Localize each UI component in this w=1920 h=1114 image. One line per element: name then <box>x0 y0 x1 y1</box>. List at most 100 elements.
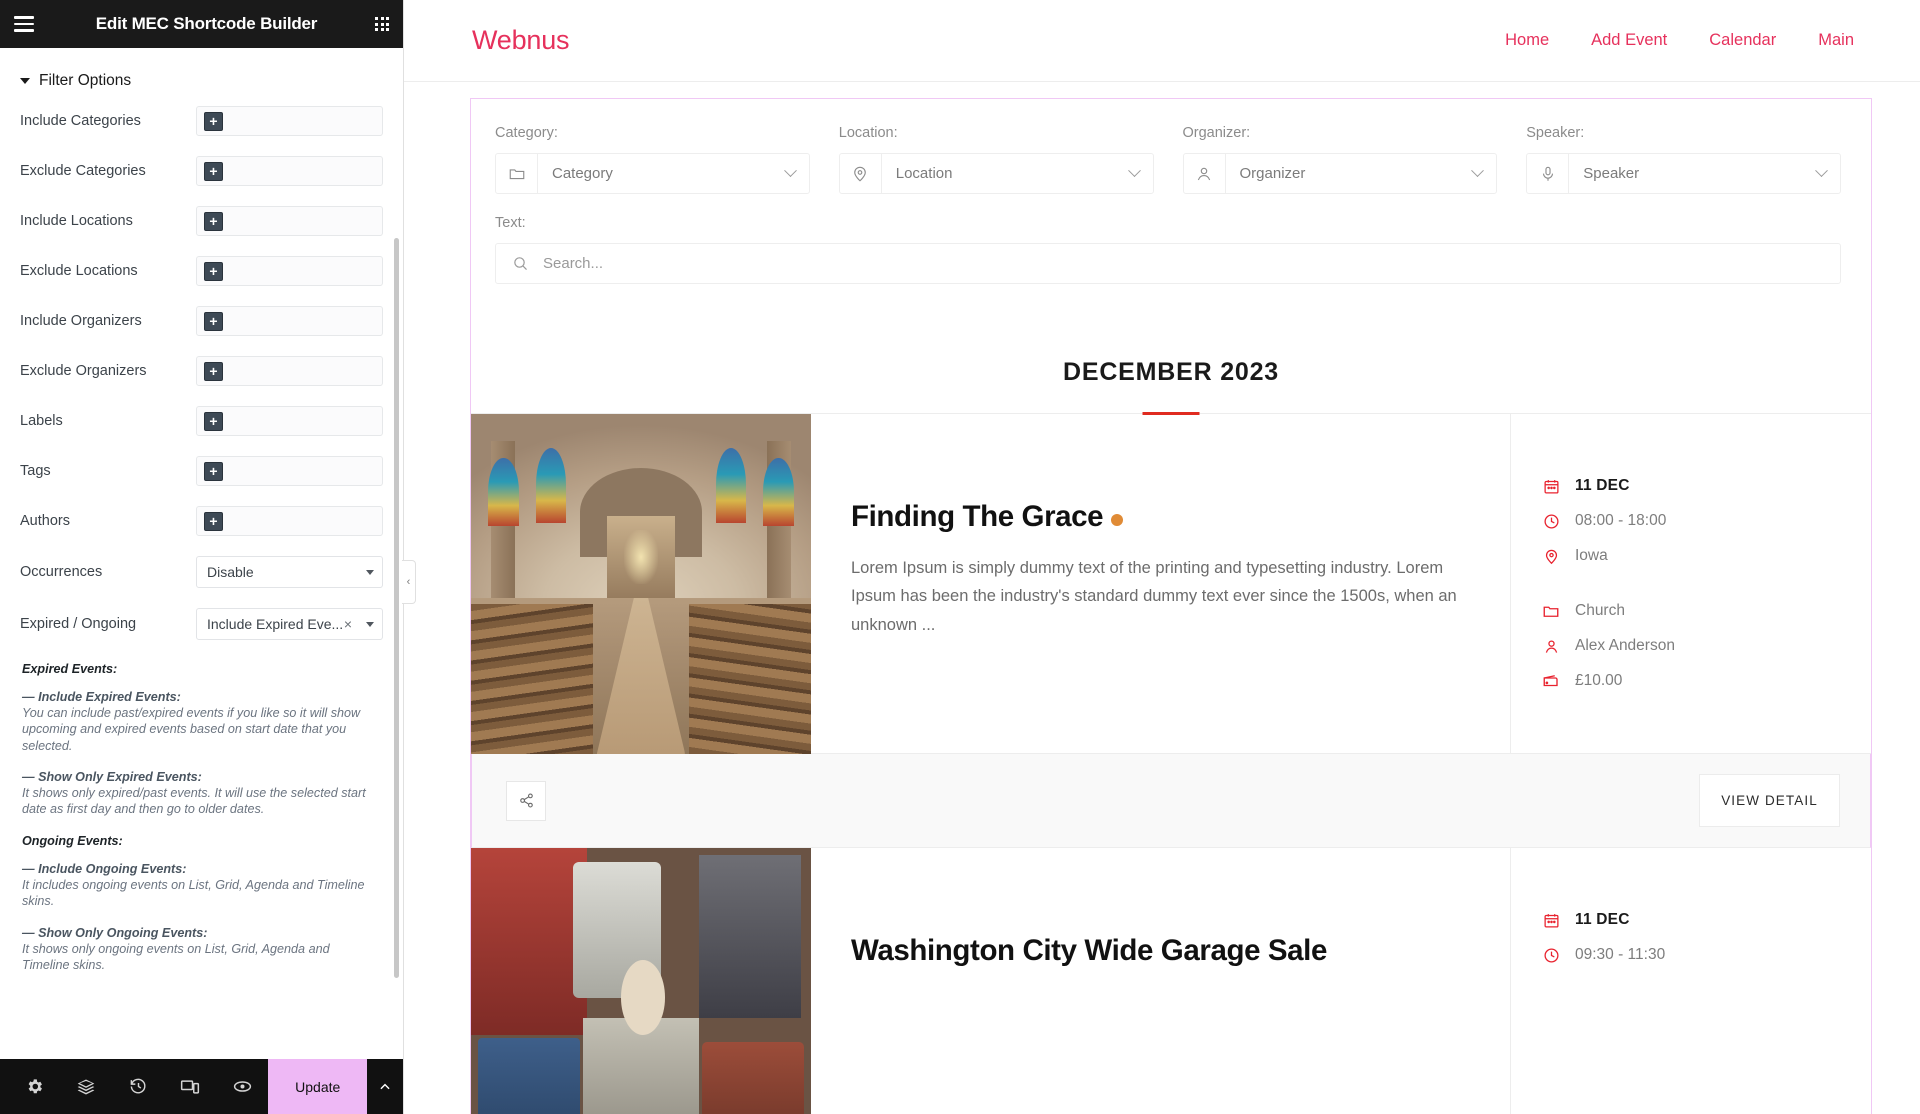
folder-icon <box>496 154 538 193</box>
add-icon[interactable]: + <box>204 361 223 381</box>
field-label: Include Organizers <box>20 313 142 329</box>
add-icon[interactable]: + <box>204 411 223 431</box>
nav-item-home[interactable]: Home <box>1505 31 1549 50</box>
layers-icon[interactable] <box>60 1059 112 1114</box>
organizer-select[interactable]: Organizer <box>1182 153 1498 194</box>
field-row-tags: Tags + <box>0 456 403 486</box>
nav-item-calendar[interactable]: Calendar <box>1709 31 1776 50</box>
user-icon <box>1541 636 1561 656</box>
field-label: Expired / Ongoing <box>20 616 137 632</box>
field-label: Exclude Locations <box>20 263 138 279</box>
history-icon[interactable] <box>112 1059 164 1114</box>
folder-icon <box>1541 601 1561 621</box>
event-title[interactable]: Finding The Grace <box>851 500 1470 534</box>
responsive-icon[interactable] <box>164 1059 216 1114</box>
occurrences-select[interactable]: Disable <box>196 556 383 588</box>
event-meta-column: 11 DEC 09:30 - 11:30 <box>1511 848 1871 1114</box>
update-options-caret-icon[interactable] <box>367 1059 403 1114</box>
add-icon[interactable]: + <box>204 161 223 181</box>
calendar-icon <box>1541 910 1561 930</box>
speaker-value: Speaker <box>1583 165 1640 182</box>
sidebar-footer-toolbar: Update <box>0 1059 403 1114</box>
include-organizers-input[interactable]: + <box>196 306 383 336</box>
help-body-only-expired: It shows only expired/past events. It wi… <box>22 786 366 817</box>
view-detail-button[interactable]: VIEW DETAIL <box>1699 774 1840 827</box>
field-row-exclude-locations: Exclude Locations + <box>0 256 403 286</box>
sidebar-collapse-handle[interactable]: ‹ <box>402 560 416 604</box>
add-icon[interactable]: + <box>204 461 223 481</box>
field-label: Include Locations <box>20 213 133 229</box>
nav-item-main[interactable]: Main <box>1818 31 1854 50</box>
event-description: Lorem Ipsum is simply dummy text of the … <box>851 559 1457 634</box>
event-time-text: 09:30 - 11:30 <box>1575 946 1666 963</box>
add-icon[interactable]: + <box>204 111 223 131</box>
filter-field-location: Location: Location <box>838 125 1154 194</box>
settings-gear-icon[interactable] <box>8 1059 60 1114</box>
event-category-text: Church <box>1575 602 1625 619</box>
site-nav: Home Add Event Calendar Main <box>1505 31 1854 50</box>
preview-eye-icon[interactable] <box>216 1059 268 1114</box>
event-image-garage-sale[interactable] <box>471 848 811 1114</box>
event-date-text: 11 DEC <box>1575 477 1630 494</box>
filter-field-speaker: Speaker: Speaker <box>1526 125 1841 194</box>
field-label: Tags <box>20 463 51 479</box>
field-label: Labels <box>20 413 63 429</box>
category-value: Category <box>552 165 613 182</box>
filter-caption: Category: <box>495 125 558 141</box>
authors-input[interactable]: + <box>196 506 383 536</box>
calendar-icon <box>1541 476 1561 496</box>
field-label: Exclude Organizers <box>20 363 147 379</box>
search-input[interactable]: Search... <box>495 243 1841 284</box>
help-heading-expired: Expired Events: <box>22 662 118 676</box>
search-icon <box>512 255 529 272</box>
sidebar-scrollbar[interactable] <box>394 238 399 978</box>
event-organizer: Alex Anderson <box>1541 636 1871 656</box>
field-row-include-categories: Include Categories + <box>0 106 403 136</box>
exclude-organizers-input[interactable]: + <box>196 356 383 386</box>
speaker-select[interactable]: Speaker <box>1526 153 1841 194</box>
event-meta-column: 11 DEC 08:00 - 18:00 Iowa Church Alex An… <box>1511 414 1871 753</box>
app-root: Edit MEC Shortcode Builder Filter Option… <box>0 0 1920 1114</box>
add-icon[interactable]: + <box>204 311 223 331</box>
event-image-church[interactable] <box>471 414 811 754</box>
filter-options-label: Filter Options <box>39 72 132 89</box>
share-icon[interactable] <box>506 780 546 821</box>
grid-icon[interactable] <box>375 17 389 31</box>
help-subtitle-only-expired: — Show Only Expired Events: <box>22 770 202 785</box>
filter-options-section-toggle[interactable]: Filter Options <box>0 64 403 106</box>
labels-input[interactable]: + <box>196 406 383 436</box>
nav-item-add-event[interactable]: Add Event <box>1591 31 1667 50</box>
shortcode-builder-sidebar: Edit MEC Shortcode Builder Filter Option… <box>0 0 416 1114</box>
site-preview: Webnus Home Add Event Calendar Main Cate… <box>404 0 1920 1114</box>
organizer-value: Organizer <box>1239 165 1306 182</box>
exclude-categories-input[interactable]: + <box>196 156 383 186</box>
filter-field-category: Category: Category <box>495 125 810 194</box>
update-button[interactable]: Update <box>268 1059 368 1114</box>
expired-ongoing-value: Include Expired Eve... <box>207 616 344 632</box>
location-select[interactable]: Location <box>838 153 1154 194</box>
meta-spacer <box>1541 581 1871 601</box>
event-title[interactable]: Washington City Wide Garage Sale <box>851 934 1470 968</box>
exclude-locations-input[interactable]: + <box>196 256 383 286</box>
add-icon[interactable]: + <box>204 211 223 231</box>
expired-ongoing-select[interactable]: Include Expired Eve... × <box>196 608 383 640</box>
include-categories-input[interactable]: + <box>196 106 383 136</box>
event-card-washington-garage-sale: Washington City Wide Garage Sale 11 DEC <box>471 848 1871 1114</box>
microphone-icon <box>1527 154 1570 193</box>
category-select[interactable]: Category <box>495 153 810 194</box>
chevron-down-icon <box>1127 164 1141 178</box>
site-brand-logo[interactable]: Webnus <box>472 25 570 56</box>
filter-field-text: Text: Search... <box>495 215 1841 284</box>
month-title: DECEMBER 2023 <box>1062 358 1280 386</box>
help-heading-ongoing: Ongoing Events: <box>22 833 123 848</box>
remove-chip-icon[interactable]: × <box>344 616 352 632</box>
filter-caption: Text: <box>495 215 526 231</box>
tags-input[interactable]: + <box>196 456 383 486</box>
hamburger-icon[interactable] <box>0 0 48 48</box>
add-icon[interactable]: + <box>204 511 223 531</box>
include-locations-input[interactable]: + <box>196 206 383 236</box>
month-accent-bar <box>1142 411 1200 415</box>
event-date-text: 11 DEC <box>1575 911 1630 928</box>
help-subtitle-include-ongoing: — Include Ongoing Events: <box>22 861 187 876</box>
add-icon[interactable]: + <box>204 261 223 281</box>
